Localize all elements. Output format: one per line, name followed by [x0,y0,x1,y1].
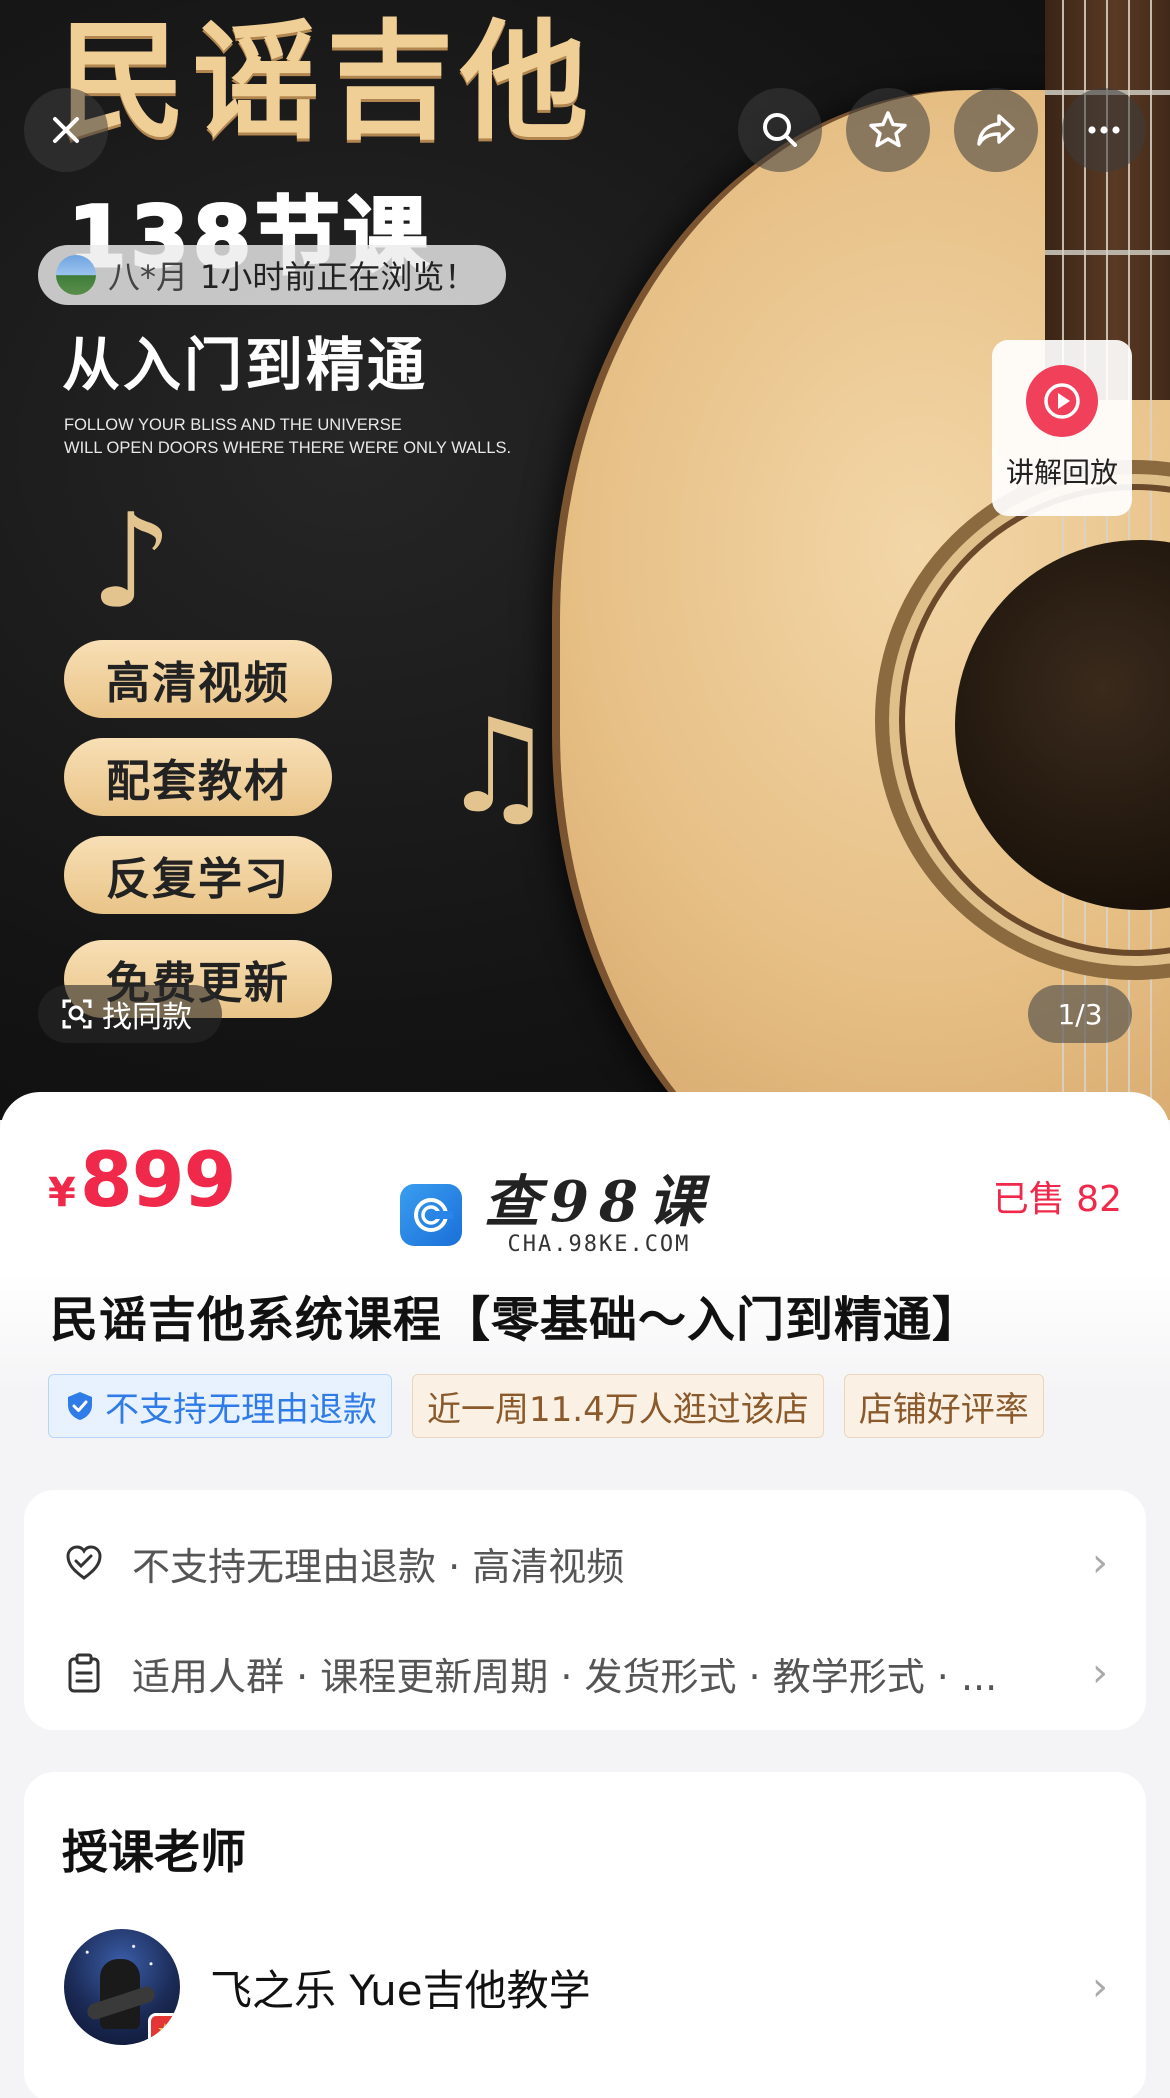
find-similar-button[interactable]: 找同款 [38,985,222,1043]
close-icon [53,117,79,143]
teacher-heading: 授课老师 [62,1825,246,1879]
tag-label: 不支持无理由退款 [105,1389,377,1430]
music-notes-icon: ♫ [440,690,557,842]
service-row-text: 适用人群 · 课程更新周期 · 发货形式 · 教学形式 · ... [132,1654,998,1699]
teacher-name: 飞之乐 Yue吉他教学 [210,1965,591,2015]
search-icon [763,113,797,147]
share-button[interactable] [954,88,1038,172]
hero-english-line: FOLLOW YOUR BLISS AND THE UNIVERSE [64,416,402,434]
find-similar-label: 找同款 [102,1000,192,1035]
replay-button[interactable]: 讲解回放 [992,340,1132,516]
product-tags: 不支持无理由退款 近一周11.4万人逛过该店 店铺好评率 [48,1374,1120,1438]
sold-count: 已售 82 [992,1179,1122,1220]
feature-pill: 高清视频 [64,640,332,718]
tag-store-visits[interactable]: 近一周11.4万人逛过该店 [412,1374,824,1438]
teacher-avatar: ★ [64,1929,180,2045]
heart-shield-icon [62,1541,106,1585]
shield-check-icon [68,1392,92,1420]
viewer-avatar [56,255,96,295]
hero-english-quote: FOLLOW YOUR BLISS AND THE UNIVERSE WILL … [64,414,511,460]
replay-play-icon [1026,365,1098,437]
hero-english-line: WILL OPEN DOORS WHERE THERE WERE ONLY WA… [64,439,512,457]
chevron-right-icon: › [1092,1964,1108,2010]
teacher-card: 授课老师 ★ 飞之乐 Yue吉他教学 › [24,1772,1146,2098]
watermark: 查98课 CHA.98KE.COM [400,1172,714,1257]
scan-icon [62,999,92,1029]
favorite-button[interactable] [846,88,930,172]
service-row-params[interactable]: 适用人群 · 课程更新周期 · 发货形式 · 教学形式 · ... › [62,1643,1108,1703]
product-image-carousel[interactable]: 民谣吉他 138节课 从入门到精通 FOLLOW YOUR BLISS AND … [0,0,1170,1120]
recent-viewer-banner: 八*月 1小时前正在浏览！ [38,245,507,305]
price-value: 899 [79,1135,237,1224]
product-title: 民谣吉他系统课程【零基础～入门到精通】 [50,1292,982,1348]
hero-tagline: 从入门到精通 [62,331,429,399]
teacher-row[interactable]: ★ 飞之乐 Yue吉他教学 › [64,1928,1108,2046]
service-row-guarantee[interactable]: 不支持无理由退款 · 高清视频 › [62,1533,1108,1593]
service-info-card: 不支持无理由退款 · 高清视频 › 适用人群 · 课程更新周期 · 发货形式 ·… [24,1490,1146,1730]
search-button[interactable] [738,88,822,172]
replay-label: 讲解回放 [1005,456,1118,489]
more-button[interactable] [1062,88,1146,172]
close-button[interactable] [24,88,108,172]
tag-no-refund[interactable]: 不支持无理由退款 [48,1374,392,1438]
price: ¥ 899 [48,1135,236,1224]
currency-symbol: ¥ [48,1170,76,1216]
share-icon [977,114,1015,146]
watermark-text: 查98课 [484,1169,714,1235]
viewer-name: 八*月 [108,258,189,296]
watermark-logo-icon [400,1183,462,1246]
service-row-text: 不支持无理由退款 · 高清视频 [132,1544,625,1589]
music-note-icon: ♪ [90,485,173,637]
chevron-right-icon: › [1092,1540,1108,1586]
watermark-url: CHA.98KE.COM [507,1232,691,1257]
chevron-right-icon: › [1092,1650,1108,1696]
flag-badge-icon: ★ [148,2013,180,2045]
tag-store-rating[interactable]: 店铺好评率 [843,1374,1044,1438]
clipboard-icon [62,1651,106,1695]
feature-pill: 反复学习 [64,836,332,914]
more-icon [1088,126,1120,134]
star-icon [869,111,907,148]
hero-title: 民谣吉他 [58,8,595,157]
feature-pill: 配套教材 [64,738,332,816]
viewer-action: 1小时前正在浏览！ [200,258,477,296]
image-pager: 1/3 [1028,985,1132,1043]
